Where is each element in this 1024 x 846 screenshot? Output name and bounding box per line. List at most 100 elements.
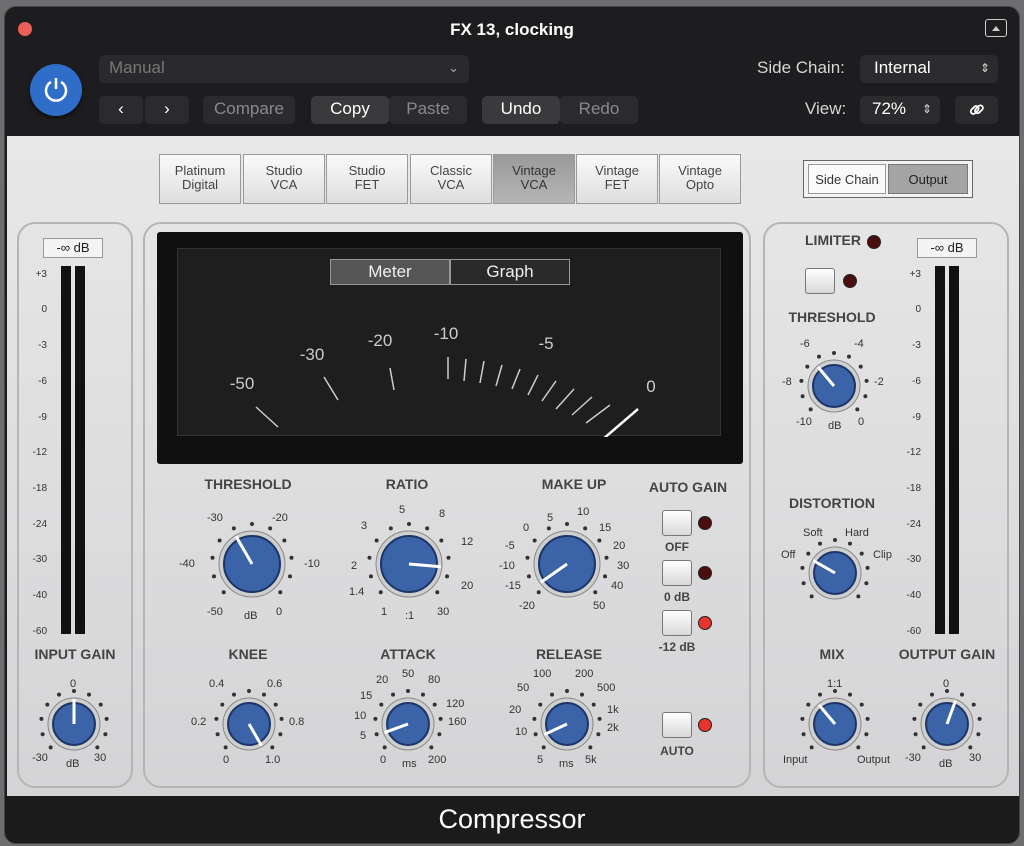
link-button[interactable] bbox=[955, 96, 998, 124]
plugin-body: Platinum Digital Studio VCA Studio FET Clas… bbox=[7, 136, 1019, 796]
paste-button[interactable]: Paste bbox=[389, 96, 467, 124]
vu-meter: Meter Graph -50 -30 -20 -10 -5 0 bbox=[157, 232, 743, 464]
side-chain-select[interactable]: Internal ⇕ bbox=[860, 55, 998, 83]
model-button-0[interactable]: Platinum Digital bbox=[159, 154, 241, 204]
distortion-knob[interactable] bbox=[782, 520, 888, 626]
input-meter-r bbox=[75, 266, 85, 634]
attack-scale-label: 15 bbox=[360, 690, 373, 702]
auto-gain-switch-1[interactable] bbox=[662, 560, 692, 586]
model-button-5[interactable]: Vintage FET bbox=[576, 154, 658, 204]
power-button[interactable] bbox=[30, 64, 82, 116]
limiter-led bbox=[867, 235, 881, 249]
redo-button[interactable]: Redo bbox=[560, 96, 638, 124]
level-scale-tick: -9 bbox=[38, 412, 47, 423]
compare-button[interactable]: Compare bbox=[203, 96, 295, 124]
model-button-6[interactable]: Vintage Opto bbox=[659, 154, 741, 204]
prev-preset-button[interactable]: ‹ bbox=[99, 96, 143, 124]
knee-scale-label: 0.6 bbox=[267, 678, 283, 690]
ratio-scale-label: 20 bbox=[461, 580, 474, 592]
level-scale-tick: +3 bbox=[909, 269, 921, 280]
side-chain-value: Internal bbox=[874, 58, 931, 77]
makeup-scale-label: 40 bbox=[611, 580, 624, 592]
up-down-chevron-icon: ⇕ bbox=[921, 102, 932, 116]
copy-button[interactable]: Copy bbox=[311, 96, 389, 124]
attack-scale-label: 80 bbox=[428, 674, 441, 686]
vu-scale: -50-30-20 -10-50 bbox=[230, 324, 656, 437]
view-zoom-select[interactable]: 72% ⇕ bbox=[860, 96, 940, 124]
limiter-threshold-scale-label: -6 bbox=[800, 338, 810, 350]
side-chain-label: Side Chain: bbox=[757, 58, 845, 77]
plugin-name: Compressor bbox=[5, 796, 1019, 843]
level-scale-tick: -9 bbox=[912, 412, 921, 423]
next-preset-button[interactable]: › bbox=[145, 96, 189, 124]
makeup-scale-label: 20 bbox=[613, 540, 626, 552]
auto-gain-label: AUTO GAIN bbox=[648, 479, 728, 495]
auto-switch[interactable] bbox=[662, 712, 692, 738]
knee-scale-label: 0.2 bbox=[191, 716, 207, 728]
output-tab[interactable]: Output bbox=[888, 164, 968, 194]
makeup-scale-label: -20 bbox=[519, 600, 535, 612]
attack-scale-label: 120 bbox=[446, 698, 465, 710]
model-button-2[interactable]: Studio FET bbox=[326, 154, 408, 204]
output-readout: -∞ dB bbox=[917, 238, 977, 258]
attack-scale-label: 5 bbox=[360, 730, 367, 742]
release-scale-label: 5 bbox=[537, 754, 544, 766]
auto-gain-switch-2[interactable] bbox=[662, 610, 692, 636]
model-button-3[interactable]: Classic VCA bbox=[410, 154, 492, 204]
level-scale-tick: -24 bbox=[32, 519, 47, 530]
ratio-scale-label: 5 bbox=[399, 504, 406, 516]
makeup-label: MAKE UP bbox=[541, 476, 607, 492]
link-window-icon[interactable] bbox=[985, 19, 1007, 37]
vu-scale-label: -5 bbox=[538, 334, 553, 353]
release-scale-label: 2k bbox=[607, 722, 619, 734]
ratio-scale-label: 1 bbox=[381, 606, 388, 618]
mix-label: MIX bbox=[819, 646, 845, 662]
threshold-scale-label: -30 bbox=[207, 512, 223, 524]
vu-scale-label: -50 bbox=[230, 374, 255, 393]
release-scale-label: 20 bbox=[509, 704, 522, 716]
release-scale-label: 5k bbox=[585, 754, 597, 766]
output-gain-scale-label: dB bbox=[939, 758, 953, 770]
threshold-scale-label: -40 bbox=[179, 558, 195, 570]
limiter-threshold-scale-label: -10 bbox=[796, 416, 812, 428]
mix-scale-label: 1:1 bbox=[827, 678, 843, 690]
attack-label: ATTACK bbox=[380, 646, 436, 662]
view-label: View: bbox=[805, 99, 847, 118]
limiter-threshold-scale-label: -2 bbox=[874, 376, 884, 388]
limiter-switch[interactable] bbox=[805, 268, 835, 294]
vu-tick bbox=[323, 376, 339, 401]
input-gain-scale-label: dB bbox=[66, 758, 80, 770]
vu-scale-label: 0 bbox=[646, 377, 655, 396]
attack-scale-label: 160 bbox=[448, 716, 467, 728]
distortion-scale-label: Hard bbox=[845, 527, 869, 539]
makeup-scale-label: -5 bbox=[505, 540, 515, 552]
side-chain-tab[interactable]: Side Chain bbox=[808, 164, 886, 194]
release-scale-label: 10 bbox=[515, 726, 528, 738]
undo-button[interactable]: Undo bbox=[482, 96, 560, 124]
makeup-scale-label: 5 bbox=[547, 512, 554, 524]
input-readout: -∞ dB bbox=[43, 238, 103, 258]
meter-display: Meter Graph -50 -30 -20 -10 -5 0 bbox=[177, 248, 721, 437]
knee-scale-label: 0 bbox=[223, 754, 230, 766]
output-gain-scale-label: 30 bbox=[969, 752, 982, 764]
level-scale-tick: -60 bbox=[32, 626, 47, 637]
model-button-4[interactable]: Vintage VCA bbox=[493, 154, 575, 204]
input-gain-scale-label: -30 bbox=[32, 752, 48, 764]
ratio-scale-label: 3 bbox=[361, 520, 368, 532]
threshold-scale-label: 0 bbox=[276, 606, 283, 618]
ratio-scale-label: 8 bbox=[439, 508, 446, 520]
makeup-scale-label: 0 bbox=[523, 522, 530, 534]
auto-gain-switch-0[interactable] bbox=[662, 510, 692, 536]
level-scale-tick: -40 bbox=[32, 590, 47, 601]
vu-scale-label: -10 bbox=[434, 324, 459, 343]
vu-tick bbox=[571, 396, 593, 416]
preset-dropdown[interactable]: Manual ⌄ bbox=[99, 55, 469, 83]
vu-tick bbox=[255, 406, 279, 428]
model-button-1[interactable]: Studio VCA bbox=[243, 154, 325, 204]
vu-tick bbox=[389, 367, 395, 391]
chevron-down-icon: ⌄ bbox=[448, 60, 459, 75]
vu-scale-label: -20 bbox=[368, 331, 393, 350]
limiter-threshold-scale-label: dB bbox=[828, 420, 842, 432]
ratio-scale-label: :1 bbox=[405, 610, 415, 622]
level-scale-tick: -30 bbox=[906, 554, 921, 565]
